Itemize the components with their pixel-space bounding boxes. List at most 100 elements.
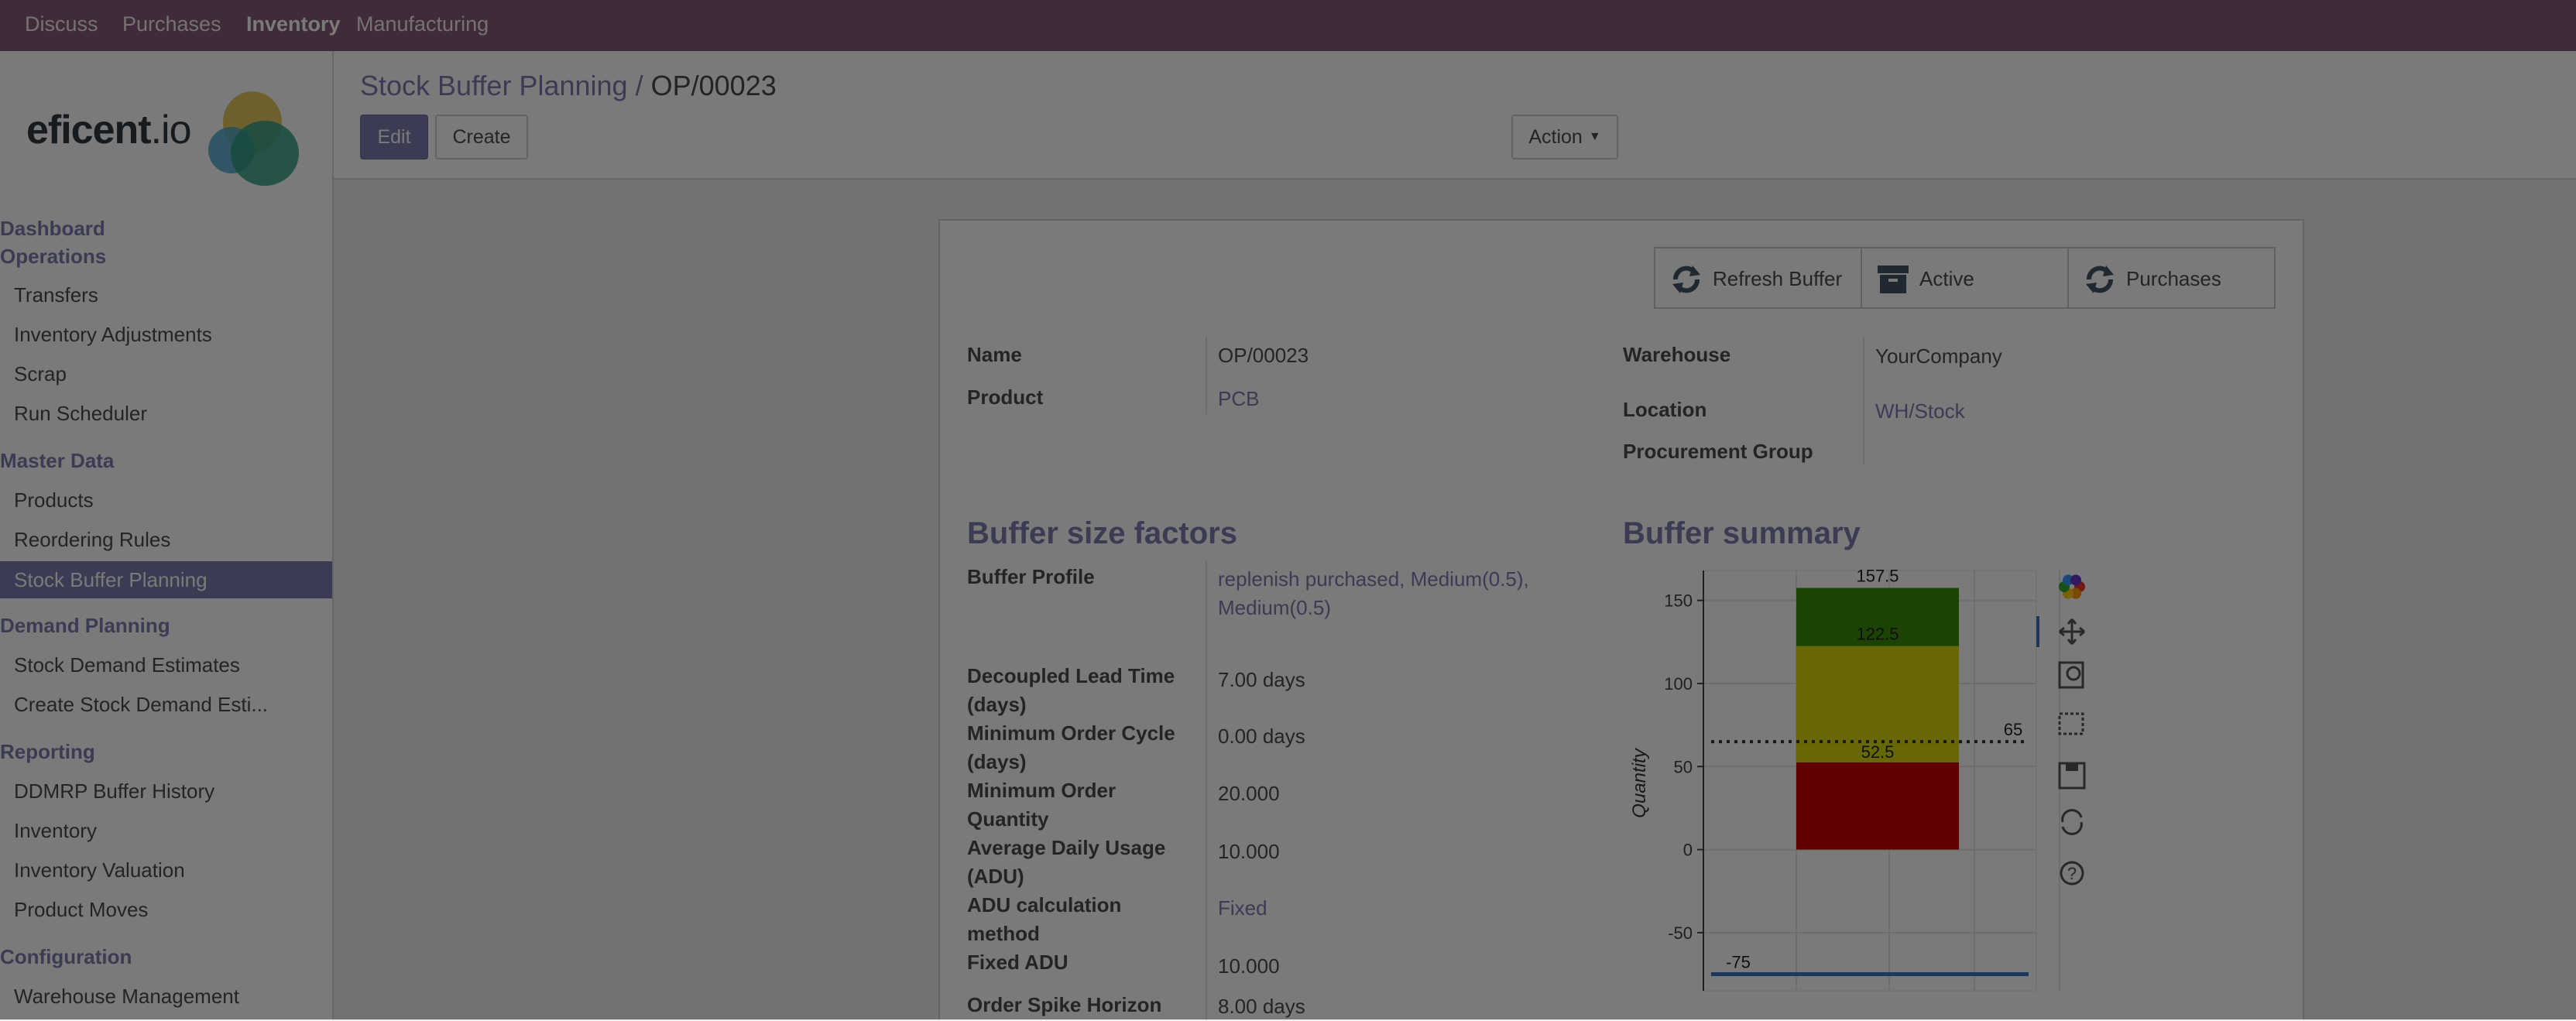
name-value: OP/00023 [1218,344,1309,367]
company-logo[interactable]: eficent.io [26,82,305,198]
sidebar-item-stock-buffer-planning[interactable]: Stock Buffer Planning [0,561,332,598]
y-tick-label: 50 [1674,757,1693,776]
y-tick-label: 0 [1683,841,1693,860]
nav-purchases[interactable]: Purchases [122,12,221,36]
field-separator [1206,561,1207,1021]
sidebar-item-create-stock-demand-estimates[interactable]: Create Stock Demand Esti... [14,693,268,717]
save-label [2066,763,2078,771]
buffer-profile-link[interactable]: replenish purchased, Medium(0.5), [1218,565,1529,594]
archive-icon [1878,266,1909,293]
adu-method-label: ADU calculation [967,893,1122,917]
warehouse-value: YourCompany [1875,344,2002,368]
label-onhand: 65 [2004,720,2022,739]
help-icon[interactable]: ? [2060,861,2084,886]
moq-label: Minimum Order [967,779,1116,802]
breadcrumb-separator: / [635,70,643,101]
sidebar-item-reordering-rules[interactable]: Reordering Rules [14,528,170,552]
reset-icon[interactable] [2061,809,2083,835]
bokeh-logo-icon[interactable] [2059,574,2085,599]
label-top-of-green: 157.5 [1856,567,1899,586]
sidebar-item-inventory-valuation[interactable]: Inventory Valuation [14,858,185,882]
buffer-profile-link-cont[interactable]: Medium(0.5) [1218,594,1331,622]
adu-label: Average Daily Usage [967,836,1166,859]
breadcrumb-current: OP/00023 [650,70,777,101]
create-button[interactable]: Create [435,115,528,159]
reset-glyph [2061,809,2083,835]
help-glyph: ? [2067,864,2077,883]
order-spike-horizon-label: Order Spike Horizon [967,993,1162,1016]
action-label: Action [1528,125,1583,148]
active-toggle-button[interactable]: Active [1861,247,2069,309]
sidebar-item-warehouse-management[interactable]: Warehouse Management [14,985,239,1009]
field-separator [1206,337,1207,414]
moc-label: Minimum Order Cycle [967,721,1175,745]
action-dropdown[interactable]: Action ▼ [1511,115,1618,159]
adu-method-label-cont: method [967,922,1040,945]
product-link[interactable]: PCB [1218,385,1259,413]
buffer-size-factors-title: Buffer size factors [967,516,1237,550]
dlt-value: 7.00 days [1218,668,1305,691]
sidebar-item-transfers[interactable]: Transfers [14,283,98,307]
sidebar-item-label: Stock Buffer Planning [14,568,208,591]
label-net-flow: -75 [1726,953,1751,972]
moc-value: 0.00 days [1218,725,1305,748]
y-tick-label: 100 [1664,674,1693,694]
breadcrumb: Stock Buffer Planning / OP/00023 [360,70,777,102]
active-label: Active [1919,267,1974,290]
control-panel: Stock Buffer Planning / OP/00023 Edit Cr… [334,51,2576,180]
sidebar-item-run-scheduler[interactable]: Run Scheduler [14,402,147,426]
refresh-buffer-button[interactable]: Refresh Buffer [1654,247,1862,309]
zoom-lens [2066,666,2081,681]
y-tick-label: 150 [1664,591,1693,611]
zoom-icon[interactable] [2058,661,2084,689]
menu-configuration[interactable]: Configuration [0,945,132,969]
location-link[interactable]: WH/Stock [1875,397,1965,426]
dlt-label: Decoupled Lead Time [967,664,1175,687]
breadcrumb-parent[interactable]: Stock Buffer Planning [360,70,628,101]
menu-operations[interactable]: Operations [0,245,106,269]
nav-discuss[interactable]: Discuss [25,12,98,36]
buffer-summary-chart[interactable]: 150 100 50 0 -50 157.5 122.5 52.5 65 -75 Quantit… [1610,567,2160,1000]
field-separator [1863,337,1864,464]
menu-dashboard[interactable]: Dashboard [0,217,105,241]
menu-demand-planning[interactable]: Demand Planning [0,614,170,638]
menu-reporting[interactable]: Reporting [0,740,95,764]
refresh-buffer-label: Refresh Buffer [1713,267,1843,290]
location-label: Location [1623,398,1707,421]
buffer-summary-title: Buffer summary [1623,516,1861,550]
sidebar-item-products[interactable]: Products [14,488,94,512]
buffer-profile-label: Buffer Profile [967,565,1095,588]
dlt-label-cont: (days) [967,693,1027,716]
caret-down-icon: ▼ [1588,130,1601,143]
menu-master-data[interactable]: Master Data [0,449,114,473]
adu-value: 10.000 [1218,840,1280,863]
sidebar-item-scrap[interactable]: Scrap [14,362,67,386]
name-label: Name [967,343,1022,366]
y-axis-label: Quantity [1629,747,1650,817]
sidebar-item-product-moves[interactable]: Product Moves [14,898,148,922]
fixed-adu-label: Fixed ADU [967,951,1068,974]
sidebar-item-inventory[interactable]: Inventory [14,819,97,843]
save-icon[interactable] [2058,762,2086,790]
adu-method-value[interactable]: Fixed [1218,894,1267,923]
nav-manufacturing[interactable]: Manufacturing [356,12,489,36]
sidebar-item-stock-demand-estimates[interactable]: Stock Demand Estimates [14,653,240,677]
procurement-group-label: Procurement Group [1623,440,1813,463]
label-top-of-yellow: 122.5 [1856,625,1899,644]
chart-y-axis: 150 100 50 0 -50 [1664,570,1704,991]
pan-icon[interactable] [2036,616,2085,647]
purchases-button[interactable]: Purchases [2067,247,2276,309]
box-select-glyph [2058,712,2084,735]
pan-glyph [2059,618,2085,645]
nav-inventory[interactable]: Inventory [246,12,341,36]
moq-value: 20.000 [1218,782,1280,805]
sidebar-item-inventory-adjustments[interactable]: Inventory Adjustments [14,323,212,347]
sidebar: eficent.io Dashboard Operations Transfer… [0,51,334,1019]
box-select-icon[interactable] [2058,712,2084,735]
product-label: Product [967,385,1044,409]
refresh-icon [2086,266,2114,293]
edit-button[interactable]: Edit [360,115,428,159]
moc-label-cont: (days) [967,750,1027,773]
label-top-of-red: 52.5 [1861,742,1895,762]
sidebar-item-ddmrp-buffer-history[interactable]: DDMRP Buffer History [14,779,214,803]
